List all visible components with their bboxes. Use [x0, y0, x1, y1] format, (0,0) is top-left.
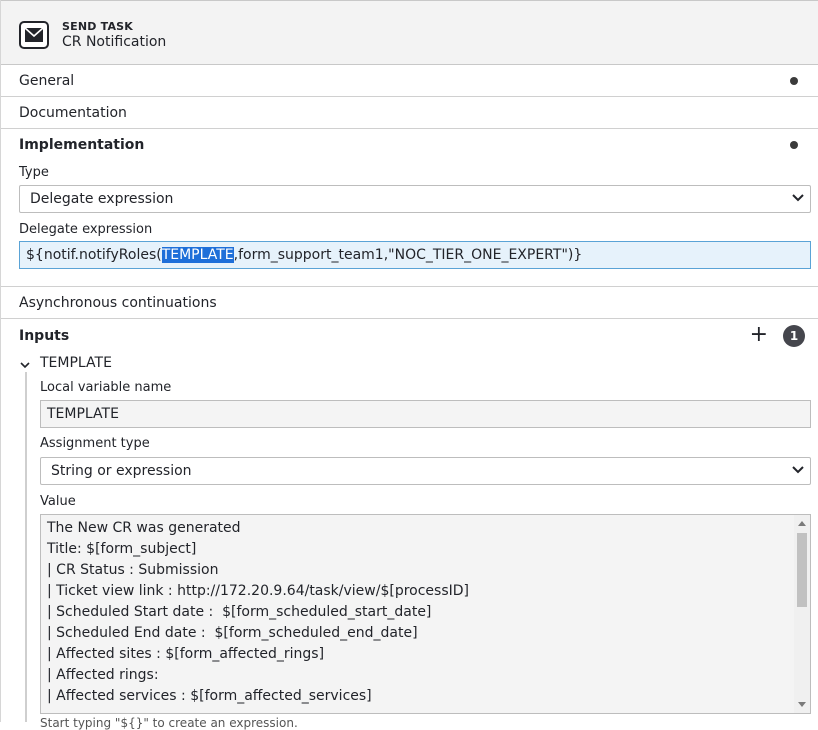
scroll-down-arrow[interactable] [798, 702, 806, 707]
value-line: | Scheduled End date : $[form_scheduled_… [47, 625, 418, 641]
value-line: | Affected services : $[form_affected_se… [47, 688, 372, 704]
section-title: General [19, 73, 75, 89]
element-header: SEND TASK CR Notification [1, 0, 818, 65]
section-implementation: Implementation Type Delegate expression … [1, 129, 818, 287]
local-variable-label: Local variable name [40, 380, 172, 395]
delegate-text-suffix: ,form_support_team1,"NOC_TIER_ONE_EXPERT… [233, 247, 583, 263]
delegate-text-prefix: ${notif.notifyRoles( [26, 247, 162, 263]
scroll-thumb[interactable] [797, 533, 807, 607]
delegate-label: Delegate expression [19, 222, 153, 237]
type-select[interactable]: Delegate expression [19, 185, 811, 213]
section-general[interactable]: General [1, 65, 818, 97]
textarea-scrollbar[interactable] [794, 515, 810, 713]
assignment-type-label: Assignment type [40, 436, 150, 451]
element-name: CR Notification [62, 34, 167, 50]
has-entries-indicator [790, 141, 798, 149]
section-title[interactable]: Implementation [19, 137, 144, 153]
scroll-up-arrow[interactable] [798, 521, 806, 526]
chevron-down-icon [792, 194, 804, 202]
section-async[interactable]: Asynchronous continuations [1, 287, 818, 319]
value-line: | Ticket view link : http://172.20.9.64/… [47, 583, 469, 599]
type-label: Type [19, 165, 49, 180]
properties-panel: SEND TASK CR Notification General Docume… [0, 0, 818, 730]
group-divider [25, 372, 27, 722]
input-item-title[interactable]: TEMPLATE [40, 355, 112, 371]
envelope-icon [19, 21, 49, 49]
has-entries-indicator [790, 77, 798, 85]
inputs-title[interactable]: Inputs [19, 328, 69, 344]
delegate-text-selection: TEMPLATE [161, 247, 234, 263]
section-title: Documentation [19, 105, 127, 121]
section-title: Asynchronous continuations [19, 295, 217, 311]
delegate-expression-input[interactable]: ${notif.notifyRoles(TEMPLATE,form_suppor… [19, 241, 811, 269]
value-textarea[interactable]: The New CR was generated Title: $[form_s… [40, 514, 811, 714]
value-line: | Affected rings: [47, 667, 159, 683]
local-variable-value: TEMPLATE [47, 406, 119, 422]
value-line: | CR Status : Submission [47, 562, 219, 578]
value-line: The New CR was generated [47, 520, 241, 536]
value-line: | Scheduled Start date : $[form_schedule… [47, 604, 432, 620]
local-variable-input[interactable]: TEMPLATE [40, 400, 811, 428]
section-documentation[interactable]: Documentation [1, 97, 818, 129]
assignment-type-select[interactable]: String or expression [40, 457, 811, 485]
value-lines: The New CR was generated Title: $[form_s… [41, 515, 810, 707]
value-label: Value [40, 494, 76, 509]
value-line: Title: $[form_subject] [47, 541, 197, 557]
chevron-down-icon [792, 466, 804, 474]
add-input-icon[interactable]: + [750, 324, 768, 346]
expression-hint: Start typing "${}" to create an expressi… [40, 716, 298, 730]
element-type: SEND TASK [62, 20, 134, 33]
type-select-value: Delegate expression [30, 191, 174, 207]
chevron-down-icon[interactable] [19, 359, 31, 371]
assignment-type-value: String or expression [51, 463, 192, 479]
value-line: | Affected sites : $[form_affected_rings… [47, 646, 325, 662]
inputs-count-badge: 1 [783, 325, 805, 347]
